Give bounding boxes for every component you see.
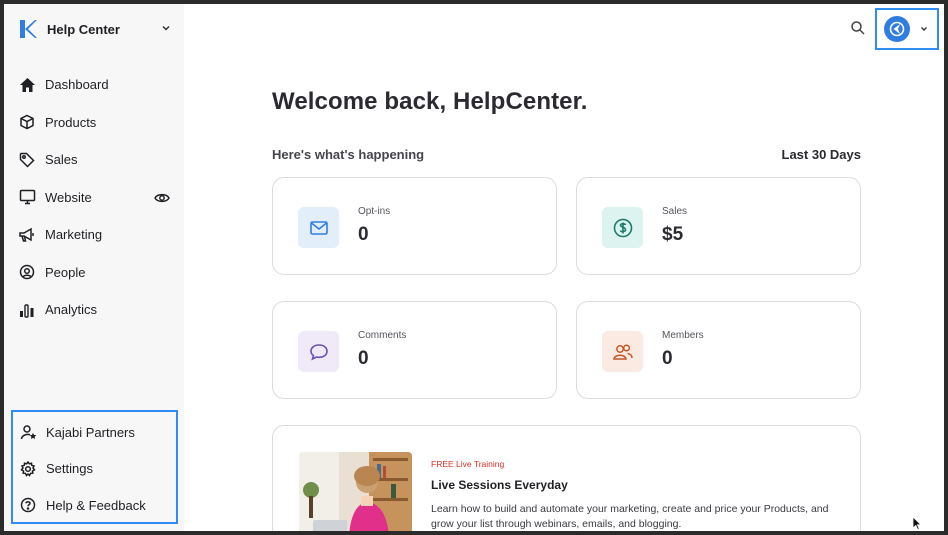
nav-item-marketing[interactable]: Marketing — [4, 216, 184, 254]
mail-icon — [309, 220, 328, 235]
kajabi-avatar-icon — [889, 21, 905, 37]
nav-item-products[interactable]: Products — [4, 104, 184, 142]
stat-card-comments[interactable]: Comments 0 — [272, 301, 557, 399]
search-icon[interactable] — [850, 20, 866, 36]
home-icon — [18, 76, 36, 94]
nav-label: Settings — [46, 461, 93, 477]
chevron-down-icon — [162, 25, 170, 31]
nav-item-dashboard[interactable]: Dashboard — [4, 66, 184, 104]
stat-label: Comments — [358, 330, 407, 341]
sidebar-footer-nav: Kajabi Partners Settings Help & Feedback — [11, 410, 178, 524]
stat-card-opt-ins[interactable]: Opt-ins 0 — [272, 177, 557, 275]
nav-item-help-feedback[interactable]: Help & Feedback — [13, 487, 176, 524]
sidebar: Help Center Dashboard Products Sales Web… — [4, 4, 184, 531]
stat-tile — [602, 207, 643, 248]
main-nav: Dashboard Products Sales Website Marketi… — [4, 66, 184, 329]
nav-item-sales[interactable]: Sales — [4, 141, 184, 179]
eye-icon[interactable] — [154, 191, 170, 205]
nav-label: Marketing — [45, 227, 103, 243]
stat-value: 0 — [662, 348, 673, 369]
stat-value: $5 — [662, 224, 684, 245]
nav-label: Sales — [45, 152, 78, 168]
monitor-icon — [18, 188, 36, 206]
stat-tile — [298, 331, 339, 372]
nav-item-people[interactable]: People — [4, 254, 184, 292]
person-star-icon — [19, 423, 37, 441]
nav-label: Products — [45, 114, 97, 130]
nav-item-analytics[interactable]: Analytics — [4, 291, 184, 329]
live-training-card[interactable]: FREE Live Training Live Sessions Everyda… — [272, 425, 861, 531]
training-photo — [299, 452, 412, 531]
nav-label: People — [45, 264, 86, 280]
nav-label: Analytics — [45, 302, 98, 318]
dollar-circle-icon — [613, 218, 632, 237]
members-icon — [612, 343, 633, 360]
stat-tile — [298, 207, 339, 248]
question-circle-icon — [19, 496, 37, 514]
avatar — [884, 16, 910, 42]
chat-bubble-icon — [309, 343, 328, 361]
nav-label: Dashboard — [45, 77, 109, 93]
stat-card-sales[interactable]: Sales $5 — [576, 177, 861, 275]
at-circle-icon — [18, 263, 36, 281]
kajabi-logo-icon — [20, 20, 37, 38]
nav-label: Help & Feedback — [46, 497, 146, 513]
nav-item-settings[interactable]: Settings — [13, 451, 176, 488]
stat-value: 0 — [358, 224, 369, 245]
nav-label: Website — [45, 189, 92, 205]
promo-title: Live Sessions Everyday — [431, 478, 568, 492]
site-switcher[interactable]: Help Center — [14, 16, 174, 42]
stat-label: Opt-ins — [358, 206, 391, 217]
bar-chart-icon — [18, 301, 36, 319]
nav-item-kajabi-partners[interactable]: Kajabi Partners — [13, 414, 176, 451]
stat-card-members[interactable]: Members 0 — [576, 301, 861, 399]
stat-label: Members — [662, 330, 704, 341]
promo-tag: FREE Live Training — [431, 459, 505, 469]
site-name: Help Center — [47, 21, 120, 37]
megaphone-icon — [18, 226, 36, 244]
stat-tile — [602, 331, 643, 372]
stat-value: 0 — [358, 348, 369, 369]
tag-icon — [18, 151, 36, 169]
page-title: Welcome back, HelpCenter. — [272, 88, 588, 115]
date-range-selector[interactable]: Last 30 Days — [744, 147, 862, 162]
nav-label: Kajabi Partners — [46, 424, 135, 440]
gear-icon — [19, 460, 37, 478]
app-window: Help Center Dashboard Products Sales Web… — [4, 4, 944, 531]
stat-label: Sales — [662, 206, 688, 217]
section-subtitle: Here's what's happening — [272, 147, 425, 162]
mouse-cursor-icon — [912, 516, 922, 530]
promo-description: Learn how to build and automate your mar… — [431, 503, 829, 530]
chevron-down-icon — [921, 27, 927, 31]
nav-item-website[interactable]: Website — [4, 179, 184, 217]
account-menu-button[interactable] — [875, 8, 939, 50]
cube-icon — [18, 113, 36, 131]
